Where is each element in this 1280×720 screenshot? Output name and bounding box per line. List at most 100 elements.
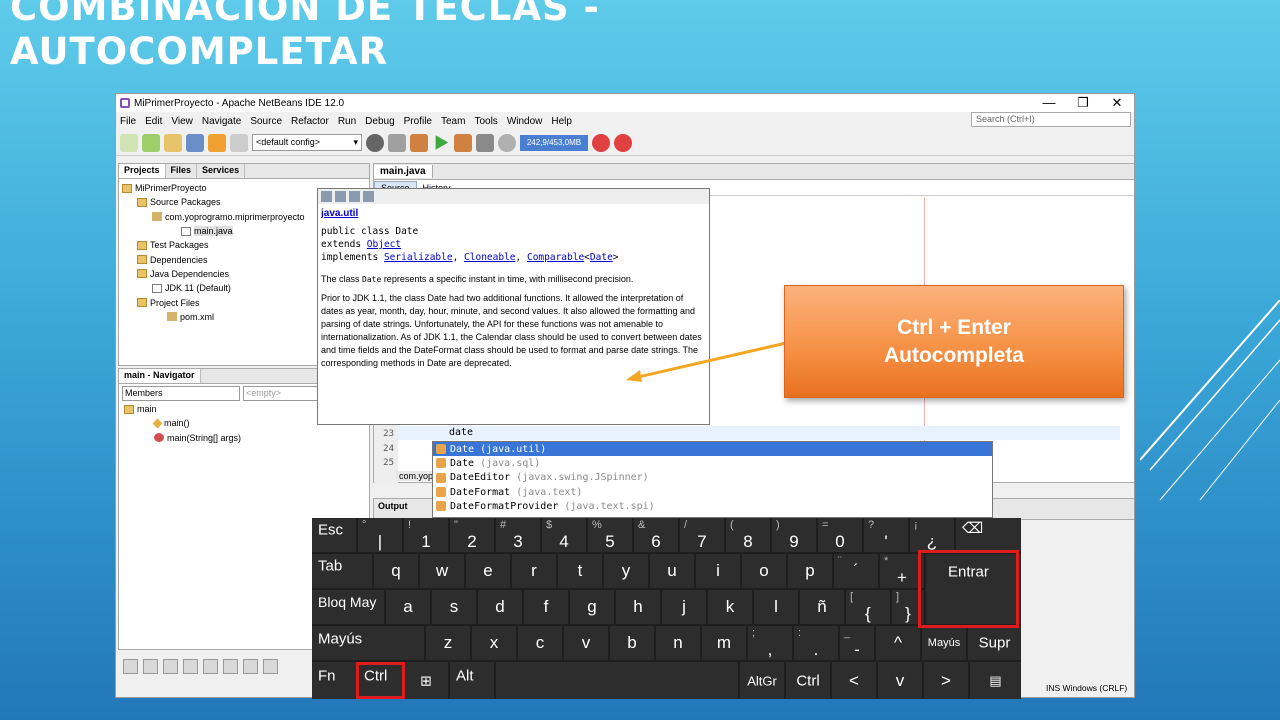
filter-icon[interactable] [123,658,138,674]
key-b[interactable]: b [610,626,654,660]
key-arrow-down[interactable]: v [878,662,922,699]
key-f[interactable]: f [524,590,568,624]
profile-ide-icon[interactable] [614,133,632,152]
menu-view[interactable]: View [171,116,193,127]
key-period[interactable]: :. [794,626,838,660]
key-0[interactable]: = 0 [818,518,862,552]
menu-profile[interactable]: Profile [404,116,432,127]
key-ctrl-right[interactable]: Ctrl [786,662,830,699]
profile-icon[interactable] [476,133,494,152]
key-alt[interactable]: Alt [450,662,494,699]
filter-icon[interactable] [243,658,258,674]
build-icon[interactable] [388,133,406,152]
menu-debug[interactable]: Debug [365,116,394,127]
key-x[interactable]: x [472,626,516,660]
save-all-icon[interactable] [186,133,204,152]
menu-edit[interactable]: Edit [145,116,162,127]
key-w[interactable]: w [420,554,464,588]
key-k[interactable]: k [708,590,752,624]
cloneable-link[interactable]: Cloneable [464,252,515,263]
minimize-button[interactable]: — [1032,95,1066,111]
key-7[interactable]: /7 [680,518,724,552]
key-c[interactable]: c [518,626,562,660]
key-arrow-up[interactable]: ^ [876,626,920,660]
open-project-icon[interactable] [164,133,182,152]
key-windows[interactable]: ⊞ [404,662,448,699]
globe-icon[interactable] [366,133,384,152]
key-m[interactable]: m [702,626,746,660]
key-space[interactable] [496,662,738,699]
new-file-icon[interactable] [120,133,138,152]
key-a[interactable]: a [386,590,430,624]
javadoc-package-link[interactable]: java.util [321,208,358,219]
key-comma[interactable]: ;, [748,626,792,660]
tab-navigator[interactable]: main - Navigator [119,369,201,383]
key-fn[interactable]: Fn [312,662,356,699]
menu-source[interactable]: Source [250,116,282,127]
date-link[interactable]: Date [590,252,613,263]
key-apostrophe[interactable]: ? ' [864,518,908,552]
key-menu[interactable]: ▤ [970,662,1021,699]
key-l[interactable]: l [754,590,798,624]
menu-help[interactable]: Help [551,116,572,127]
menu-refactor[interactable]: Refactor [291,116,329,127]
key-q[interactable]: q [374,554,418,588]
key-v[interactable]: v [564,626,608,660]
back-icon[interactable] [321,191,332,202]
close-button[interactable]: ✕ [1100,95,1134,111]
key-5[interactable]: % 5 [588,518,632,552]
key-t[interactable]: t [558,554,602,588]
key-u[interactable]: u [650,554,694,588]
key-p[interactable]: p [788,554,832,588]
key-shift-right[interactable]: Mayús [922,626,966,660]
forward-icon[interactable] [335,191,346,202]
key-o[interactable]: o [742,554,786,588]
key-arrow-right[interactable]: > [924,662,968,699]
search-input[interactable]: Search (Ctrl+I) [971,112,1131,127]
serializable-link[interactable]: Serializable [384,252,453,263]
key-i[interactable]: i [696,554,740,588]
filter-icon[interactable] [143,658,158,674]
comparable-link[interactable]: Comparable [527,252,584,263]
menu-tools[interactable]: Tools [474,116,497,127]
key-z[interactable]: z [426,626,470,660]
key-r[interactable]: r [512,554,556,588]
key-supr[interactable]: Supr [968,626,1021,660]
object-link[interactable]: Object [367,239,401,250]
menu-window[interactable]: Window [507,116,543,127]
key-tab[interactable]: Tab [312,554,372,588]
key-h[interactable]: h [616,590,660,624]
maximize-button[interactable]: ❐ [1066,95,1100,111]
new-project-icon[interactable] [142,133,160,152]
filter-icon[interactable] [163,658,178,674]
menu-team[interactable]: Team [441,116,465,127]
key-backspace[interactable]: ⌫ [956,518,1021,552]
open-browser-icon[interactable] [349,191,360,202]
gc-icon[interactable] [592,133,610,152]
tab-main-java[interactable]: main.java [374,165,433,178]
completion-item[interactable]: DateFormatProvider (java.text.spi) [433,499,992,513]
clean-build-icon[interactable] [410,133,428,152]
key-n[interactable]: n [656,626,700,660]
config-select[interactable]: <default config> [252,134,362,151]
key-j[interactable]: j [662,590,706,624]
timer-icon[interactable] [498,133,516,152]
memory-indicator[interactable]: 242,9/453,0MB [520,134,588,151]
completion-item[interactable]: Date (java.util) [433,442,992,457]
key-esc[interactable]: Esc [312,518,356,552]
filter-icon[interactable] [203,658,218,674]
typed-text[interactable]: date [449,427,473,438]
tab-output[interactable]: Output [378,501,408,511]
key-altgr[interactable]: AltGr [740,662,784,699]
key-enye[interactable]: ñ [800,590,844,624]
key-1[interactable]: ! 1 [404,518,448,552]
filter-icon[interactable] [263,658,278,674]
completion-item[interactable]: DateFormat (java.text) [433,485,992,499]
key-g[interactable]: g [570,590,614,624]
key-accent[interactable]: ¨ ´ [834,554,878,588]
key-8[interactable]: (8 [726,518,770,552]
key-capslock[interactable]: Bloq May [312,590,384,624]
tab-files[interactable]: Files [166,164,198,178]
completion-item[interactable]: DateEditor (javax.swing.JSpinner) [433,471,992,485]
key-e[interactable]: e [466,554,510,588]
